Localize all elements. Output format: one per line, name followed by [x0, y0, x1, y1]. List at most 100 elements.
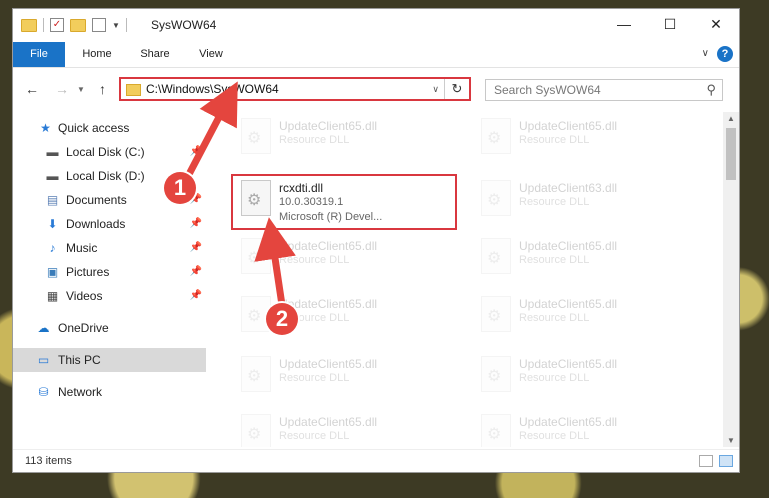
file-name: UpdateClient65.dll — [279, 357, 378, 371]
sidebar-item-label: Downloads — [66, 217, 126, 231]
list-item[interactable]: UpdateClient65.dll Resource DLL — [231, 232, 451, 284]
chevron-down-icon[interactable]: ▼ — [112, 21, 120, 30]
maximize-button[interactable]: ☐ — [647, 9, 693, 39]
expand-ribbon-icon[interactable]: ∨ — [702, 48, 709, 59]
refresh-icon[interactable]: ↻ — [444, 79, 469, 99]
list-item[interactable]: UpdateClient65.dll Resource DLL — [471, 112, 691, 164]
quick-access-toolbar: ✓ ▼ — [21, 18, 127, 32]
file-description: Resource DLL — [519, 196, 590, 208]
search-icon[interactable]: ⚲ — [706, 82, 716, 98]
sidebar-item-pictures[interactable]: ▣ Pictures 📌 — [13, 260, 206, 284]
search-box[interactable]: Search SysWOW64 ⚲ — [485, 79, 723, 101]
file-description: Resource DLL — [519, 430, 590, 442]
scrollbar-thumb[interactable] — [726, 128, 736, 180]
sidebar-item-downloads[interactable]: ⬇ Downloads 📌 — [13, 212, 206, 236]
properties-check-icon[interactable]: ✓ — [50, 18, 64, 32]
list-item[interactable]: UpdateClient65.dll Resource DLL — [231, 290, 451, 342]
dll-file-icon — [481, 180, 511, 216]
sidebar-item-label: Music — [66, 241, 98, 255]
window-title: SysWOW64 — [151, 18, 217, 32]
dll-file-icon — [241, 356, 271, 392]
close-button[interactable]: ✕ — [693, 9, 739, 39]
computer-icon: ▭ — [37, 353, 50, 367]
scroll-up-icon[interactable]: ▲ — [727, 114, 735, 123]
address-bar[interactable]: C:\Windows\SysWOW64 ∨ ↻ — [119, 77, 471, 101]
list-item[interactable]: UpdateClient65.dll Resource DLL — [471, 290, 691, 342]
sidebar-item-onedrive[interactable]: ☁ OneDrive — [13, 316, 206, 340]
file-name: UpdateClient63.dll — [519, 181, 618, 195]
sidebar-item-this-pc[interactable]: ▭ This PC — [13, 348, 206, 372]
sidebar-item-quick-access[interactable]: ★ Quick access — [13, 116, 206, 140]
recent-locations-icon[interactable]: ▼ — [77, 85, 85, 94]
pin-icon: 📌 — [189, 242, 202, 253]
file-description: Resource DLL — [279, 134, 350, 146]
file-list: UpdateClient65.dll Resource DLL UpdateCl… — [223, 112, 723, 447]
sidebar-item-label: Local Disk (D:) — [66, 169, 145, 183]
chevron-down-icon[interactable]: ∨ — [432, 84, 439, 95]
help-button[interactable]: ? — [717, 46, 733, 62]
file-version: 10.0.30319.1 — [279, 196, 344, 208]
dll-file-icon — [241, 118, 271, 154]
sidebar-item-local-disk-c[interactable]: ▬ Local Disk (C:) 📌 — [13, 140, 206, 164]
documents-icon: ▤ — [46, 193, 59, 207]
list-item[interactable]: UpdateClient63.dll Resource DLL — [471, 174, 691, 226]
details-view-icon[interactable] — [699, 455, 713, 467]
sidebar-item-network[interactable]: ⛁ Network — [13, 380, 206, 404]
view-options-icon[interactable] — [92, 18, 106, 32]
step-2-badge: 2 — [266, 303, 298, 335]
sidebar-item-label: Local Disk (C:) — [66, 145, 145, 159]
item-count: 113 items — [25, 455, 72, 467]
pictures-icon: ▣ — [46, 265, 59, 279]
vertical-scrollbar[interactable]: ▲ ▼ — [723, 112, 739, 447]
tab-file[interactable]: File — [13, 42, 65, 67]
sidebar-item-label: Quick access — [58, 121, 130, 135]
up-arrow-icon[interactable]: ↑ — [99, 81, 106, 97]
dll-file-icon — [481, 118, 511, 154]
list-item[interactable]: UpdateClient65.dll Resource DLL — [231, 408, 451, 447]
file-description: Resource DLL — [519, 372, 590, 384]
list-item[interactable]: UpdateClient65.dll Resource DLL — [231, 112, 451, 164]
dll-file-icon — [241, 238, 271, 274]
list-item[interactable]: UpdateClient65.dll Resource DLL — [231, 350, 451, 402]
list-item[interactable]: UpdateClient65.dll Resource DLL — [471, 232, 691, 284]
pin-icon: 📌 — [189, 218, 202, 229]
sidebar-item-label: This PC — [58, 353, 101, 367]
file-name: rcxdti.dll — [279, 181, 324, 195]
rcxdti-dll-item[interactable]: rcxdti.dll 10.0.30319.1 Microsoft (R) De… — [231, 174, 457, 230]
new-folder-icon[interactable] — [70, 18, 86, 32]
back-arrow-icon[interactable]: ← — [25, 81, 39, 97]
tab-view[interactable]: View — [187, 42, 235, 67]
pin-icon: 📌 — [189, 146, 202, 157]
scroll-down-icon[interactable]: ▼ — [727, 436, 735, 445]
sidebar-item-label: Documents — [66, 193, 127, 207]
sidebar-item-music[interactable]: ♪ Music 📌 — [13, 236, 206, 260]
file-name: UpdateClient65.dll — [519, 239, 618, 253]
file-company: Microsoft (R) Devel... — [279, 211, 383, 223]
file-description: Resource DLL — [279, 254, 350, 266]
list-item[interactable]: UpdateClient65.dll Resource DLL — [471, 350, 691, 402]
search-input[interactable]: Search SysWOW64 — [494, 83, 601, 97]
file-name: UpdateClient65.dll — [279, 415, 378, 429]
folder-icon[interactable] — [21, 18, 37, 32]
star-icon: ★ — [40, 121, 51, 135]
address-path[interactable]: C:\Windows\SysWOW64 — [146, 82, 279, 96]
minimize-button[interactable]: — — [601, 9, 647, 39]
sidebar-item-label: Videos — [66, 289, 103, 303]
sidebar-item-videos[interactable]: ▦ Videos 📌 — [13, 284, 206, 308]
file-description: Resource DLL — [519, 312, 590, 324]
drive-icon: ▬ — [46, 169, 59, 183]
drive-icon: ▬ — [46, 145, 59, 159]
tab-home[interactable]: Home — [73, 42, 121, 67]
list-item[interactable]: UpdateClient65.dll Resource DLL — [471, 408, 691, 447]
navigation-bar: ← → ▼ ↑ C:\Windows\SysWOW64 ∨ ↻ Search S… — [13, 68, 739, 110]
tab-share[interactable]: Share — [131, 42, 179, 67]
tiles-view-icon[interactable] — [719, 455, 733, 467]
sidebar-item-label: Pictures — [66, 265, 110, 279]
file-description: Resource DLL — [519, 254, 590, 266]
forward-arrow-icon[interactable]: → — [55, 81, 69, 97]
sidebar-item-label: Network — [58, 385, 103, 399]
explorer-window: ✓ ▼ SysWOW64 — ☐ ✕ File Home Share View … — [12, 8, 740, 473]
file-description: Resource DLL — [519, 134, 590, 146]
videos-icon: ▦ — [46, 289, 59, 303]
file-description: Resource DLL — [279, 372, 350, 384]
